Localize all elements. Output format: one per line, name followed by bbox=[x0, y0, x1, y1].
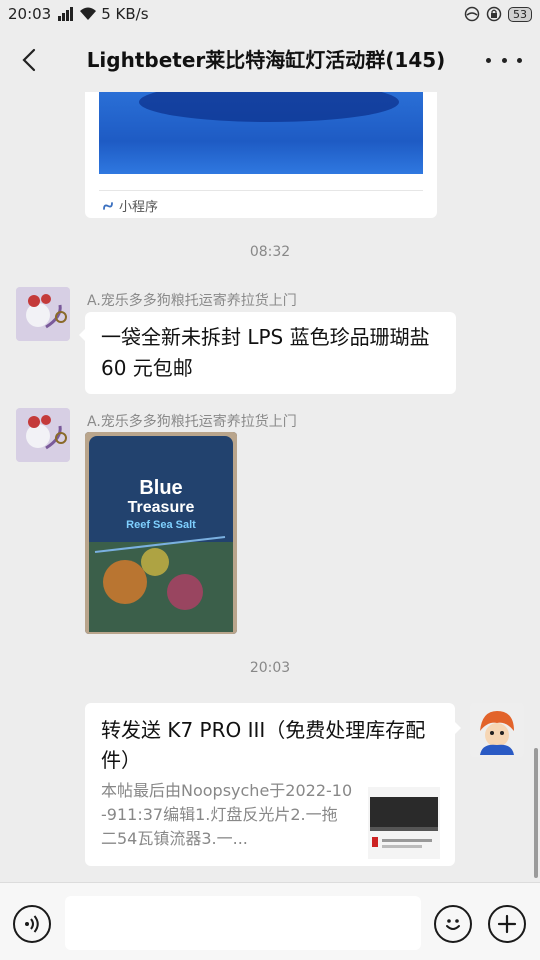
battery-icon: 53 bbox=[508, 6, 532, 22]
shared-link-card[interactable]: 转发送 K7 PRO III（免费处理库存配件） 本帖最后由Noopsyche于… bbox=[85, 703, 461, 866]
chat-title: Lightbeter莱比特海缸灯活动群(145) bbox=[86, 48, 446, 72]
voice-button[interactable] bbox=[13, 905, 51, 943]
network-speed: 5 KB/s bbox=[101, 5, 149, 23]
signal-icon bbox=[58, 7, 74, 21]
back-button[interactable] bbox=[14, 44, 44, 76]
avatar[interactable] bbox=[16, 408, 70, 462]
shared-link-title: 转发送 K7 PRO III（免费处理库存配件） bbox=[101, 718, 426, 772]
message-input[interactable] bbox=[65, 896, 421, 950]
mini-program-card[interactable]: 小程序 bbox=[85, 92, 437, 218]
mini-program-label: 小程序 bbox=[119, 200, 159, 215]
sender-name: A.宠乐多多狗粮托运寄养拉货上门 bbox=[87, 414, 297, 430]
message-text: 一袋全新未拆封 LPS 蓝色珍品珊瑚盐 60 元包邮 bbox=[101, 325, 430, 380]
emoji-button[interactable] bbox=[434, 905, 472, 943]
voice-icon bbox=[25, 915, 39, 933]
wifi-icon bbox=[80, 7, 97, 20]
shared-link-thumbnail bbox=[368, 787, 440, 859]
avatar-image bbox=[16, 287, 70, 341]
alarm-icon bbox=[464, 6, 480, 22]
plus-icon bbox=[497, 914, 517, 934]
input-bar bbox=[0, 882, 540, 960]
sender-name: A.宠乐多多狗粮托运寄养拉货上门 bbox=[87, 293, 297, 309]
photo-message[interactable]: Blue Treasure Reef Sea Salt bbox=[85, 432, 237, 634]
plus-button[interactable] bbox=[488, 905, 526, 943]
my-avatar[interactable] bbox=[470, 703, 524, 757]
avatar[interactable] bbox=[16, 287, 70, 341]
svg-text:Treasure: Treasure bbox=[128, 499, 195, 516]
chat-header: Lightbeter莱比特海缸灯活动群(145) bbox=[0, 28, 540, 92]
avatar-image bbox=[470, 703, 524, 757]
back-arrow-icon bbox=[22, 48, 36, 72]
timestamp: 08:32 bbox=[249, 244, 291, 260]
more-button[interactable] bbox=[486, 48, 522, 72]
svg-text:Reef Sea Salt: Reef Sea Salt bbox=[126, 519, 196, 531]
mini-program-thumbnail bbox=[99, 92, 423, 174]
status-time: 20:03 bbox=[8, 5, 52, 23]
timestamp: 20:03 bbox=[249, 660, 291, 676]
photo-image: Blue Treasure Reef Sea Salt bbox=[85, 432, 237, 634]
lock-icon bbox=[486, 6, 502, 22]
shared-link-description: 本帖最后由Noopsyche于2022-10-911:37编辑1.灯盘反光片2.… bbox=[101, 781, 353, 848]
status-bar: 20:03 5 KB/s 53 bbox=[0, 0, 540, 28]
avatar-image bbox=[16, 408, 70, 462]
mini-program-icon bbox=[103, 201, 113, 210]
chat-area[interactable]: 小程序 08:32 A.宠乐多多狗粮托运寄养拉货上门 一袋全新未拆封 LPS 蓝… bbox=[0, 92, 540, 882]
more-dots-icon bbox=[486, 57, 491, 63]
svg-text:Blue: Blue bbox=[139, 477, 182, 499]
emoji-icon bbox=[446, 919, 460, 930]
message-bubble[interactable]: 一袋全新未拆封 LPS 蓝色珍品珊瑚盐 60 元包邮 bbox=[79, 312, 456, 394]
scrollbar[interactable] bbox=[534, 748, 538, 878]
